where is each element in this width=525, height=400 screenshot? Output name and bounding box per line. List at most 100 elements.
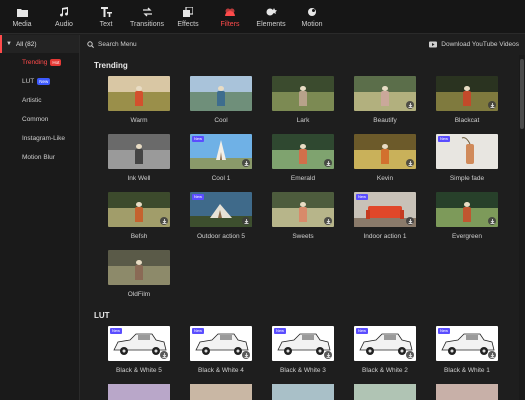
sidebar-item-lut[interactable]: LUT New bbox=[0, 72, 79, 91]
filter-name: Black & White 5 bbox=[116, 367, 162, 374]
download-icon[interactable] bbox=[242, 159, 250, 167]
filter-thumbnail-partial[interactable] bbox=[436, 384, 498, 400]
filter-tile[interactable]: Beautify bbox=[354, 76, 416, 124]
filter-thumbnail bbox=[272, 192, 334, 227]
filter-tile[interactable]: Evergreen bbox=[436, 192, 498, 240]
toolbar-motion[interactable]: Motion bbox=[294, 0, 330, 28]
filter-thumbnail: New bbox=[354, 192, 416, 227]
sidebar-item-common[interactable]: Common bbox=[0, 110, 79, 129]
filter-tile[interactable]: New Black & White 5 bbox=[108, 326, 170, 374]
filter-tile[interactable]: Blackcat bbox=[436, 76, 498, 124]
toolbar-audio-label: Audio bbox=[55, 21, 73, 28]
caret-down-icon: ▼ bbox=[6, 41, 12, 47]
sidebar-item-trending[interactable]: Trending Hot bbox=[0, 53, 79, 72]
hot-badge: Hot bbox=[50, 59, 62, 66]
filter-tile[interactable]: Emerald bbox=[272, 134, 334, 182]
filter-thumbnail bbox=[108, 134, 170, 169]
filter-tile[interactable]: Warm bbox=[108, 76, 170, 124]
toolbar-filters[interactable]: Filters bbox=[212, 0, 248, 28]
filter-tile[interactable]: New Black & White 2 bbox=[354, 326, 416, 374]
download-icon[interactable] bbox=[242, 351, 250, 359]
filter-tile[interactable]: New Black & White 3 bbox=[272, 326, 334, 374]
download-icon[interactable] bbox=[488, 217, 496, 225]
filter-thumbnail bbox=[272, 76, 334, 111]
filter-thumbnail bbox=[354, 76, 416, 111]
sidebar-all-category[interactable]: ▼ All (82) bbox=[0, 35, 79, 53]
sidebar-item-instagram-like[interactable]: Instagram-Like bbox=[0, 129, 79, 148]
motion-icon bbox=[305, 6, 319, 18]
filter-name: Blackcat bbox=[454, 117, 480, 124]
filter-tile[interactable]: New Indoor action 1 bbox=[354, 192, 416, 240]
scrollbar-thumb[interactable] bbox=[520, 59, 524, 129]
filter-thumbnail-partial[interactable] bbox=[272, 384, 334, 400]
elements-icon bbox=[264, 6, 278, 18]
filter-thumbnail bbox=[108, 192, 170, 227]
filter-thumbnail bbox=[272, 134, 334, 169]
download-icon[interactable] bbox=[160, 351, 168, 359]
toolbar-transitions-label: Transitions bbox=[130, 21, 164, 28]
new-badge: New bbox=[356, 328, 369, 334]
download-icon[interactable] bbox=[406, 217, 414, 225]
toolbar-elements[interactable]: Elements bbox=[248, 0, 294, 28]
toolbar-text[interactable]: Text bbox=[88, 0, 124, 28]
sidebar-item-label: Trending bbox=[22, 59, 48, 66]
sidebar-item-label: Instagram-Like bbox=[22, 135, 65, 142]
download-icon[interactable] bbox=[324, 217, 332, 225]
toolbar-audio[interactable]: Audio bbox=[46, 0, 82, 28]
download-icon[interactable] bbox=[324, 351, 332, 359]
download-icon[interactable] bbox=[160, 217, 168, 225]
filters-icon bbox=[223, 6, 237, 18]
filter-name: Simple fade bbox=[449, 175, 485, 182]
filter-name: Black & White 1 bbox=[444, 367, 490, 374]
content-header: Search Menu Download YouTube Videos bbox=[81, 35, 525, 53]
filter-thumbnail: New bbox=[190, 192, 252, 227]
filter-thumbnail-partial[interactable] bbox=[108, 384, 170, 400]
filter-name: Kevin bbox=[376, 175, 394, 182]
filter-name: Warm bbox=[130, 117, 148, 124]
section-title-trending: Trending bbox=[94, 61, 128, 70]
filter-tile[interactable]: Lark bbox=[272, 76, 334, 124]
filter-tile[interactable]: New Black & White 1 bbox=[436, 326, 498, 374]
filter-thumbnail bbox=[108, 76, 170, 111]
filter-tile[interactable]: Kevin bbox=[354, 134, 416, 182]
filter-thumbnail-partial[interactable] bbox=[190, 384, 252, 400]
sidebar-item-label: Common bbox=[22, 116, 49, 123]
filter-tile[interactable]: Sweets bbox=[272, 192, 334, 240]
filter-tile[interactable]: New Simple fade bbox=[436, 134, 498, 182]
filter-tile[interactable]: Cool bbox=[190, 76, 252, 124]
filter-thumbnail bbox=[108, 250, 170, 285]
download-icon[interactable] bbox=[488, 101, 496, 109]
filter-tile[interactable]: Befsh bbox=[108, 192, 170, 240]
new-badge: New bbox=[192, 194, 205, 200]
filter-thumbnail: New bbox=[436, 326, 498, 361]
filter-tile[interactable]: New Black & White 4 bbox=[190, 326, 252, 374]
vertical-scrollbar[interactable] bbox=[519, 55, 525, 400]
filter-name: Ink Well bbox=[127, 175, 151, 182]
download-icon[interactable] bbox=[406, 101, 414, 109]
sidebar-item-artistic[interactable]: Artistic bbox=[0, 91, 79, 110]
effects-icon bbox=[181, 6, 195, 18]
download-icon[interactable] bbox=[488, 351, 496, 359]
toolbar-media[interactable]: Media bbox=[4, 0, 40, 28]
filter-tile[interactable]: Ink Well bbox=[108, 134, 170, 182]
download-youtube-button[interactable]: Download YouTube Videos bbox=[429, 41, 519, 48]
filter-tile[interactable]: New Outdoor action 5 bbox=[190, 192, 252, 240]
filter-tile[interactable]: New Cool 1 bbox=[190, 134, 252, 182]
download-icon[interactable] bbox=[324, 159, 332, 167]
download-icon[interactable] bbox=[242, 217, 250, 225]
filter-name: Black & White 2 bbox=[362, 367, 408, 374]
filter-name: Black & White 3 bbox=[280, 367, 326, 374]
filter-thumbnail-partial[interactable] bbox=[354, 384, 416, 400]
sidebar-all-label: All (82) bbox=[15, 40, 37, 48]
download-icon[interactable] bbox=[406, 351, 414, 359]
toolbar-effects[interactable]: Effects bbox=[170, 0, 206, 28]
sidebar-item-motion-blur[interactable]: Motion Blur bbox=[0, 148, 79, 167]
toolbar-transitions[interactable]: Transitions bbox=[124, 0, 170, 28]
filter-tile[interactable]: OldFilm bbox=[108, 250, 170, 298]
filter-name: Cool 1 bbox=[211, 175, 231, 182]
filter-thumbnail bbox=[190, 76, 252, 111]
download-icon[interactable] bbox=[406, 159, 414, 167]
new-badge: New bbox=[110, 328, 123, 334]
search-menu[interactable]: Search Menu bbox=[87, 41, 137, 48]
filter-thumbnail bbox=[436, 192, 498, 227]
